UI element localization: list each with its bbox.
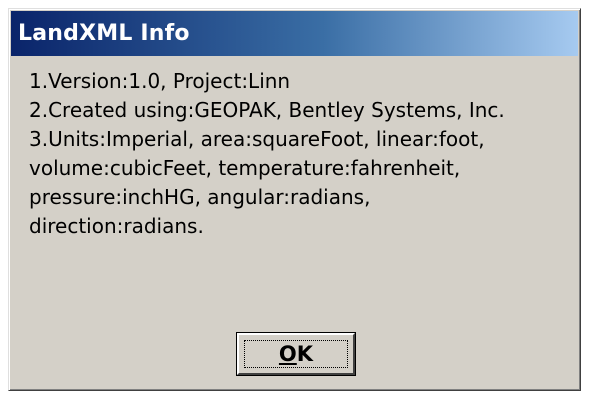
info-line-version: 1.Version:1.0, Project:Linn — [29, 69, 291, 93]
ok-button-label: OK — [279, 342, 313, 366]
ok-mnemonic: O — [278, 342, 297, 366]
info-line-units-volume: volume:cubicFeet, temperature:fahrenheit… — [29, 156, 461, 180]
ok-button[interactable]: OK — [236, 332, 356, 376]
ok-label-rest: K — [296, 342, 314, 366]
landxml-info-dialog: LandXML Info 1.Version:1.0, Project:Linn… — [8, 8, 581, 391]
info-line-units-direction: direction:radians. — [29, 214, 204, 238]
info-line-created-using: 2.Created using:GEOPAK, Bentley Systems,… — [29, 98, 505, 122]
info-message: 1.Version:1.0, Project:Linn 2.Created us… — [29, 67, 574, 241]
dialog-title: LandXML Info — [18, 21, 190, 46]
info-line-units-pressure: pressure:inchHG, angular:radians, — [29, 185, 371, 209]
title-bar[interactable]: LandXML Info — [11, 11, 578, 56]
info-line-units: 3.Units:Imperial, area:squareFoot, linea… — [29, 127, 485, 151]
